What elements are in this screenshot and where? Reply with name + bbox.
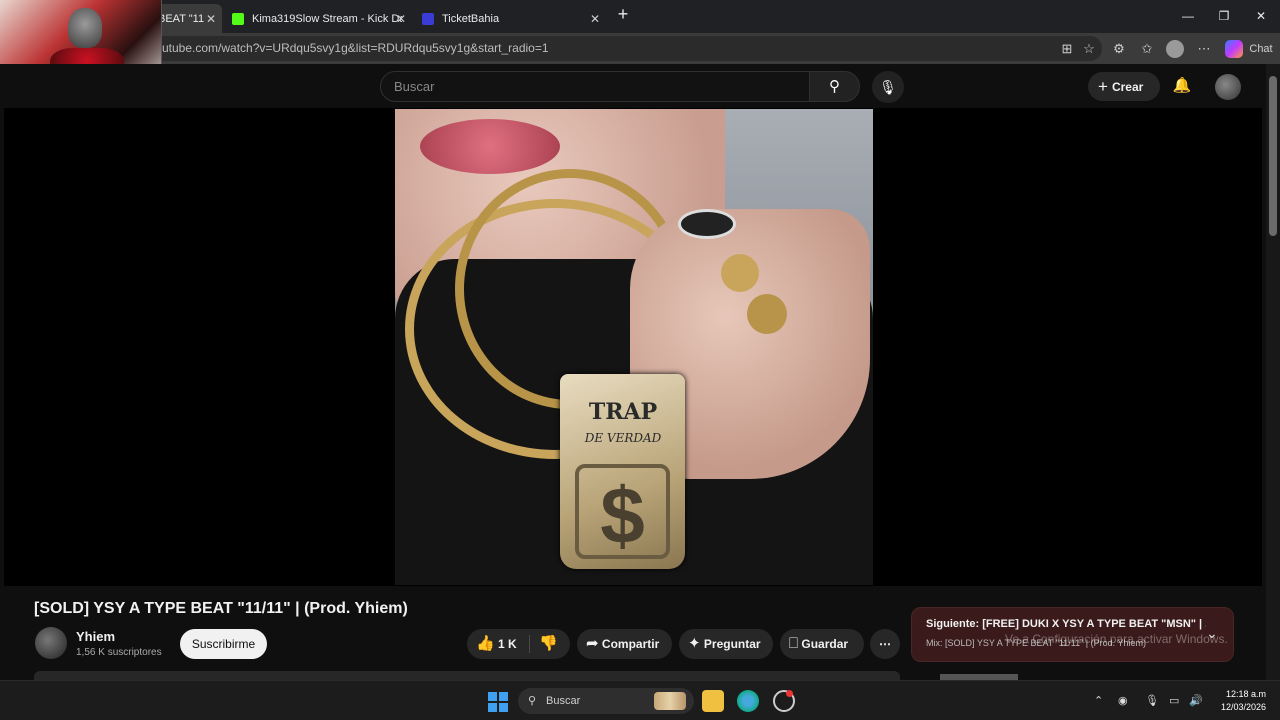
search-input[interactable]: Buscar xyxy=(380,71,810,102)
close-icon[interactable]: ✕ xyxy=(206,12,216,26)
pendant-text: TRAP xyxy=(588,399,658,425)
collections-icon[interactable]: ✩ xyxy=(1138,40,1156,58)
like-dislike-group: 👍 1 K 👎 xyxy=(467,629,570,659)
windows-activation-watermark: Ve a Configuración para activar Windows. xyxy=(1005,632,1228,646)
tab-ticketbahia[interactable]: TicketBahia ✕ xyxy=(414,4,606,33)
subscribe-button[interactable]: Suscribirme xyxy=(180,629,267,659)
extensions-icon[interactable]: ⚙ xyxy=(1110,40,1128,58)
dislike-button[interactable]: 👎 xyxy=(539,629,558,659)
search-highlight-image xyxy=(654,692,686,710)
thumbs-down-icon: 👎 xyxy=(539,635,558,652)
share-icon: ➦ xyxy=(586,635,599,652)
tab-label: Kima319Slow Stream - Kick Dashb xyxy=(252,12,402,25)
clock-date: 12/03/2026 xyxy=(1220,702,1266,712)
more-menu-icon[interactable]: ⋯ xyxy=(1195,40,1213,58)
share-label: Compartir xyxy=(601,637,660,651)
plus-icon: + xyxy=(1098,77,1108,96)
windows-taskbar: ⚲ Buscar ⌃ ◉ 🎙 ▭ 🔊 12:18 a.m 12/03/2026 xyxy=(0,680,1280,720)
network-icon[interactable]: ▭ xyxy=(1169,694,1179,707)
sparkle-icon: ✦ xyxy=(688,635,701,652)
up-next-label: Siguiente: [FREE] DUKI X YSY A TYPE BEAT… xyxy=(926,618,1206,630)
taskbar-search-label: Buscar xyxy=(546,695,581,707)
profile-avatar[interactable] xyxy=(1166,40,1184,58)
bell-icon: 🔔 xyxy=(1172,77,1192,94)
thumbs-up-icon: 👍 xyxy=(476,635,495,652)
app-install-icon[interactable]: ⊞ xyxy=(1058,40,1076,58)
minimize-button[interactable]: — xyxy=(1173,6,1203,26)
more-actions-button[interactable]: ⋯ xyxy=(870,629,900,659)
browser-tab-bar: BEAT "11/ ✕ Kima319Slow Stream - Kick Da… xyxy=(0,0,1280,33)
file-explorer-icon[interactable] xyxy=(702,690,724,712)
tab-label: BEAT "11/ xyxy=(158,12,204,25)
ticketbahia-icon xyxy=(422,12,434,25)
pendant-subtext: DE VERDAD xyxy=(584,431,662,445)
channel-avatar[interactable] xyxy=(35,627,67,659)
video-title: [SOLD] YSY A TYPE BEAT "11/11" | (Prod. … xyxy=(34,600,408,617)
divider xyxy=(529,635,530,653)
clock[interactable]: 12:18 a.m 12/03/2026 xyxy=(1214,688,1266,714)
maximize-button[interactable]: ❐ xyxy=(1209,6,1239,26)
taskbar-search[interactable]: ⚲ Buscar xyxy=(518,688,694,714)
scrollbar-thumb[interactable] xyxy=(1269,76,1277,236)
youtube-header: Buscar ⚲ 🎙 + Crear 🔔 xyxy=(0,64,1266,108)
thumbnail-ring xyxy=(721,254,759,292)
close-window-button[interactable]: ✕ xyxy=(1246,6,1276,26)
notifications-button[interactable]: 🔔 xyxy=(1170,74,1194,98)
microphone-icon: 🎙 xyxy=(879,79,897,95)
edge-icon[interactable] xyxy=(737,690,759,712)
ask-button[interactable]: ✦ Preguntar xyxy=(679,629,773,659)
close-icon[interactable]: ✕ xyxy=(396,12,406,26)
share-button[interactable]: ➦ Compartir xyxy=(577,629,672,659)
like-count: 1 K xyxy=(498,637,517,651)
kick-icon xyxy=(232,12,244,25)
search-button[interactable]: ⚲ xyxy=(809,71,860,102)
bookmark-icon: ⎕ xyxy=(789,635,799,652)
search-icon: ⚲ xyxy=(829,78,840,95)
webcam-figure-head xyxy=(68,8,102,48)
ask-label: Preguntar xyxy=(703,637,761,651)
url-field[interactable]: utube.com/watch?v=URdqu5svy1g&list=RDURd… xyxy=(152,36,1102,61)
video-thumbnail: TRAP DE VERDAD $ xyxy=(395,109,873,585)
thumbnail-ring xyxy=(678,209,736,239)
chevron-up-icon[interactable]: ⌃ xyxy=(1094,694,1103,707)
copilot-icon[interactable] xyxy=(1225,40,1243,58)
tab-kick[interactable]: Kima319Slow Stream - Kick Dashb ✕ xyxy=(224,4,412,33)
description-box[interactable] xyxy=(34,671,900,680)
clock-time: 12:18 a.m xyxy=(1225,689,1266,699)
channel-name[interactable]: Yhiem xyxy=(76,629,115,644)
close-icon[interactable]: ✕ xyxy=(590,12,600,26)
voice-search-button[interactable]: 🎙 xyxy=(872,71,904,103)
tab-label: TicketBahia xyxy=(442,12,500,25)
video-player[interactable]: TRAP DE VERDAD $ xyxy=(4,108,1262,586)
notification-dot xyxy=(786,690,793,697)
windows-start-icon[interactable] xyxy=(488,692,508,712)
new-tab-button[interactable]: + xyxy=(608,4,638,24)
more-icon: ⋯ xyxy=(879,637,891,651)
microphone-icon[interactable]: 🎙 xyxy=(1145,694,1159,707)
address-bar-row: utube.com/watch?v=URdqu5svy1g&list=RDURd… xyxy=(0,33,1280,64)
chat-label[interactable]: Chat xyxy=(1246,40,1276,58)
antivirus-icon[interactable]: ◉ xyxy=(1118,694,1128,707)
thumbnail-lips xyxy=(420,119,560,174)
favorite-star-icon[interactable]: ☆ xyxy=(1080,40,1098,58)
create-button[interactable]: + Crear xyxy=(1088,72,1160,101)
page-scrollbar[interactable] xyxy=(1266,64,1280,680)
pendant-dollar: $ xyxy=(575,464,670,560)
create-label: Crear xyxy=(1111,80,1144,94)
thumbnail-ring xyxy=(747,294,787,334)
save-button[interactable]: ⎕ Guardar xyxy=(780,629,864,659)
account-avatar[interactable] xyxy=(1215,74,1241,100)
search-icon: ⚲ xyxy=(528,695,537,707)
subscriber-count: 1,56 K suscriptores xyxy=(76,647,162,658)
volume-icon[interactable]: 🔊 xyxy=(1189,694,1203,707)
save-label: Guardar xyxy=(801,637,849,651)
like-button[interactable]: 👍 1 K xyxy=(476,629,517,659)
